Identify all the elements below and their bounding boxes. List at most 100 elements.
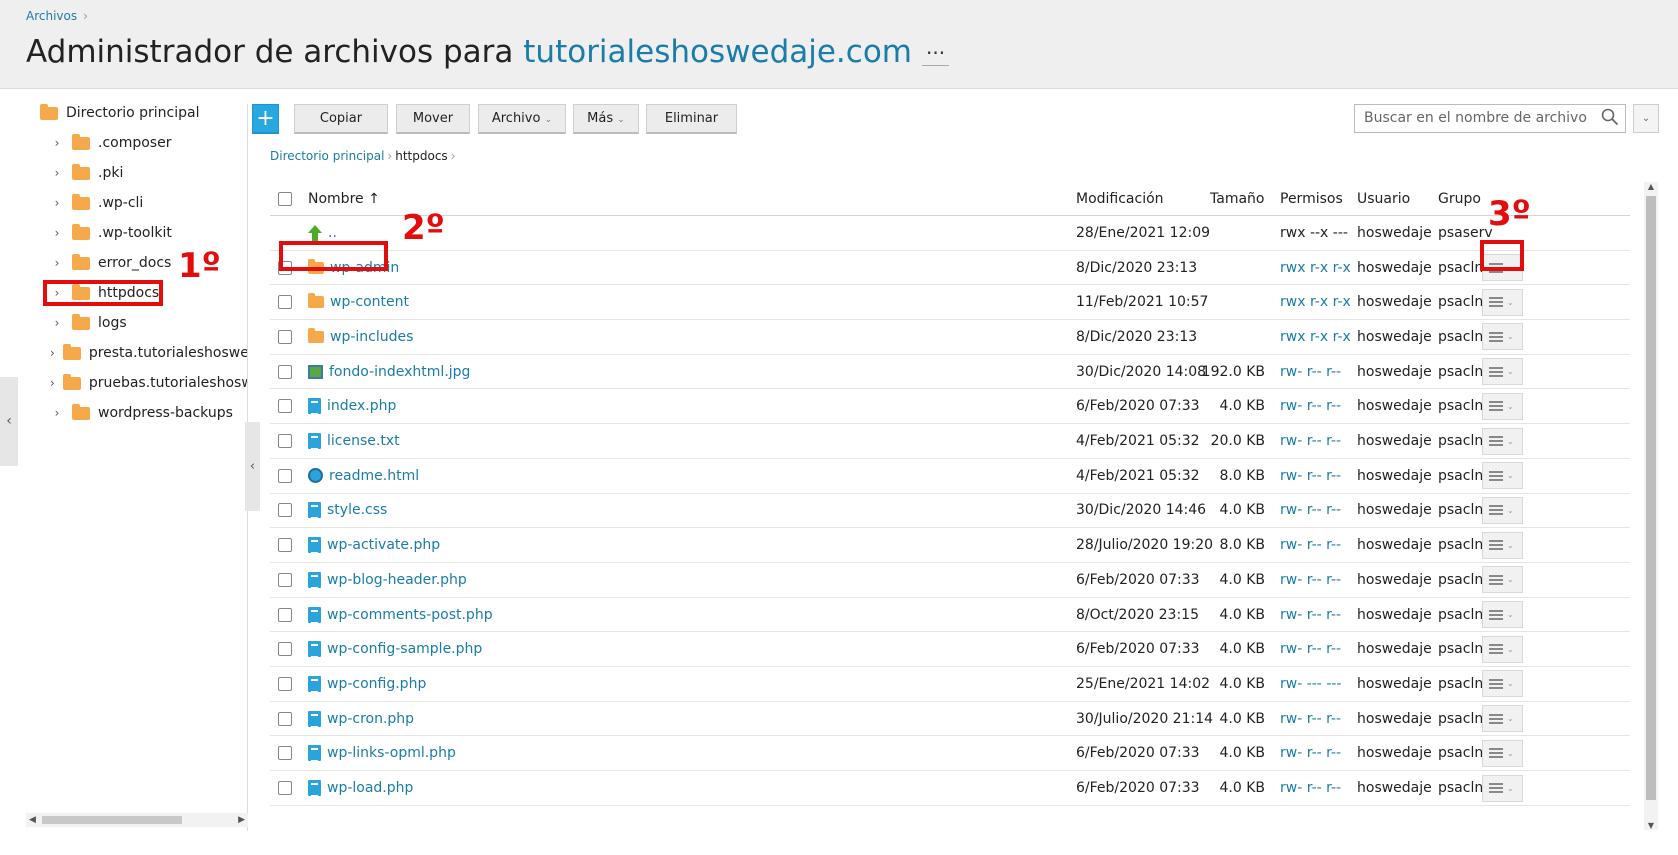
more-menu-button[interactable]: Más ⌄ <box>573 104 639 134</box>
permissions-link[interactable]: rw- r-- r-- <box>1280 459 1341 493</box>
row-checkbox[interactable] <box>278 781 292 796</box>
permissions-link[interactable]: rw- r-- r-- <box>1280 737 1341 771</box>
sidebar-horizontal-scrollbar[interactable]: ◀ ▶ <box>26 813 248 827</box>
permissions-link[interactable]: rw- r-- r-- <box>1280 563 1341 597</box>
row-actions-menu-button[interactable]: ⌄ <box>1482 288 1523 316</box>
permissions-link[interactable]: rw- r-- r-- <box>1280 771 1341 805</box>
table-row[interactable]: style.css 30/Dic/2020 14:46 4.0 KB rw- r-- … <box>270 494 1630 529</box>
table-vertical-scrollbar[interactable]: ▲ ▼ <box>1644 182 1658 830</box>
file-name-link[interactable]: fondo-indexhtml.jpg <box>329 364 470 380</box>
tree-item[interactable]: › wordpress-backups <box>26 397 247 429</box>
file-name-link[interactable]: wp-cron.php <box>327 711 414 727</box>
row-actions-menu-button[interactable]: ⌄ <box>1482 462 1523 490</box>
select-all-checkbox[interactable] <box>278 191 292 206</box>
row-checkbox[interactable] <box>278 746 292 761</box>
row-checkbox[interactable] <box>278 295 292 310</box>
table-row[interactable]: wp-config-sample.php 6/Feb/2020 07:33 4.0 … <box>270 632 1630 668</box>
column-modified[interactable]: Modificación <box>1076 182 1164 215</box>
delete-button[interactable]: Eliminar <box>646 104 737 134</box>
permissions-link[interactable]: rw- r-- r-- <box>1280 494 1341 528</box>
title-more-button[interactable]: ··· <box>922 41 950 66</box>
table-row[interactable]: wp-activate.php 28/Julio/2020 19:20 8.0 KB… <box>270 528 1630 563</box>
chevron-right-icon[interactable]: › <box>50 226 64 240</box>
row-checkbox[interactable] <box>278 572 292 587</box>
tree-item-root[interactable]: Directorio principal <box>26 104 247 129</box>
scroll-down-icon[interactable]: ▼ <box>1644 821 1658 830</box>
column-size[interactable]: Tamaño <box>1210 182 1264 215</box>
column-name[interactable]: Nombre ↑ <box>308 182 380 215</box>
chevron-right-icon[interactable]: › <box>50 346 55 360</box>
permissions-link[interactable]: rw- r-- r-- <box>1280 702 1341 736</box>
permissions-link[interactable]: rwx r-x r-x <box>1280 285 1351 319</box>
row-actions-menu-button[interactable]: ⌄ <box>1482 531 1523 559</box>
column-user[interactable]: Usuario <box>1357 182 1410 215</box>
permissions-link[interactable]: rwx r-x r-x <box>1280 251 1351 285</box>
chevron-right-icon[interactable]: › <box>50 376 55 390</box>
file-name-link[interactable]: wp-config.php <box>327 676 426 692</box>
file-name-link[interactable]: wp-activate.php <box>327 537 440 553</box>
chevron-right-icon[interactable]: › <box>50 196 64 210</box>
scroll-right-icon[interactable]: ▶ <box>238 813 245 827</box>
file-name-link[interactable]: .. <box>328 225 337 241</box>
file-name-link[interactable]: index.php <box>327 398 396 414</box>
breadcrumb-link-archivos[interactable]: Archivos <box>26 9 77 23</box>
permissions-link[interactable]: rw- r-- r-- <box>1280 528 1341 562</box>
table-row[interactable]: wp-content 11/Feb/2021 10:57 rwx r-x r-x ho… <box>270 285 1630 321</box>
row-actions-menu-button[interactable]: ⌄ <box>1482 739 1523 767</box>
row-checkbox[interactable] <box>278 434 292 449</box>
row-actions-menu-button[interactable]: ⌄ <box>1482 774 1523 802</box>
table-row[interactable]: wp-cron.php 30/Julio/2020 21:14 4.0 KB rw- … <box>270 702 1630 737</box>
row-checkbox[interactable] <box>278 468 292 483</box>
row-actions-menu-button[interactable]: ⌄ <box>1482 601 1523 629</box>
row-checkbox[interactable] <box>278 711 292 726</box>
chevron-right-icon[interactable]: › <box>50 316 64 330</box>
table-row[interactable]: wp-load.php 6/Feb/2020 07:33 4.0 KB rw- r--… <box>270 771 1630 806</box>
permissions-link[interactable]: rw- --- --- <box>1280 667 1341 701</box>
table-row[interactable]: wp-blog-header.php 6/Feb/2020 07:33 4.0 KB… <box>270 563 1630 598</box>
row-checkbox[interactable] <box>278 642 292 657</box>
table-row[interactable]: wp-comments-post.php 8/Oct/2020 23:15 4.0 … <box>270 598 1630 633</box>
search-icon[interactable] <box>1601 108 1619 126</box>
tree-item[interactable]: › pruebas.tutorialeshoswedaje.com <box>26 367 247 399</box>
file-name-link[interactable]: license.txt <box>327 433 400 449</box>
move-button[interactable]: Mover <box>396 104 470 134</box>
scrollbar-thumb[interactable] <box>42 816 182 824</box>
row-checkbox[interactable] <box>278 676 292 691</box>
chevron-right-icon[interactable]: › <box>50 256 64 270</box>
scrollbar-thumb[interactable] <box>1646 196 1656 800</box>
tree-item[interactable]: › .pki <box>26 157 247 189</box>
file-name-link[interactable]: wp-links-opml.php <box>327 745 456 761</box>
row-checkbox[interactable] <box>278 503 292 518</box>
table-row[interactable]: wp-links-opml.php 6/Feb/2020 07:33 4.0 KB r… <box>270 737 1630 772</box>
file-name-link[interactable]: wp-includes <box>330 329 413 345</box>
tree-item[interactable]: › .wp-toolkit <box>26 217 247 249</box>
row-checkbox[interactable] <box>278 329 292 344</box>
row-checkbox[interactable] <box>278 364 292 379</box>
table-row[interactable]: wp-admin 8/Dic/2020 23:13 rwx r-x r-x hoswe… <box>270 251 1630 286</box>
row-actions-menu-button[interactable]: ⌄ <box>1482 566 1523 594</box>
copy-button[interactable]: Copiar <box>294 104 388 134</box>
permissions-link[interactable]: rw- r-- r-- <box>1280 424 1341 458</box>
row-actions-menu-button[interactable]: ⌄ <box>1482 323 1523 351</box>
row-actions-menu-button[interactable]: ⌄ <box>1482 392 1523 420</box>
file-name-link[interactable]: wp-comments-post.php <box>327 607 493 623</box>
file-name-link[interactable]: wp-blog-header.php <box>327 572 467 588</box>
permissions-link[interactable]: rw- r-- r-- <box>1280 598 1341 632</box>
tree-item[interactable]: › .wp-cli <box>26 187 247 219</box>
permissions-link[interactable]: rw- r-- r-- <box>1280 632 1341 666</box>
row-checkbox[interactable] <box>278 399 292 414</box>
row-actions-menu-button[interactable]: ⌄ <box>1482 670 1523 698</box>
table-row[interactable]: fondo-indexhtml.jpg 30/Dic/2020 14:08 192.… <box>270 355 1630 390</box>
left-edge-collapse-button[interactable]: ‹ <box>0 377 18 466</box>
permissions-link[interactable]: rw- r-- r-- <box>1280 390 1341 424</box>
page-title-domain[interactable]: tutorialeshoswedaje.com <box>523 34 912 70</box>
tree-item[interactable]: › .composer <box>26 127 247 159</box>
table-row[interactable]: license.txt 4/Feb/2021 05:32 20.0 KB rw- r-… <box>270 424 1630 459</box>
row-actions-menu-button[interactable]: ⌄ <box>1482 705 1523 733</box>
search-input[interactable]: Buscar en el nombre de archivo <box>1354 104 1626 133</box>
file-menu-button[interactable]: Archivo ⌄ <box>478 104 566 134</box>
file-name-link[interactable]: wp-config-sample.php <box>327 641 482 657</box>
search-options-dropdown[interactable]: ⌄ <box>1633 104 1659 133</box>
permissions-link[interactable]: rwx r-x r-x <box>1280 320 1351 354</box>
column-group[interactable]: Grupo <box>1438 182 1481 215</box>
